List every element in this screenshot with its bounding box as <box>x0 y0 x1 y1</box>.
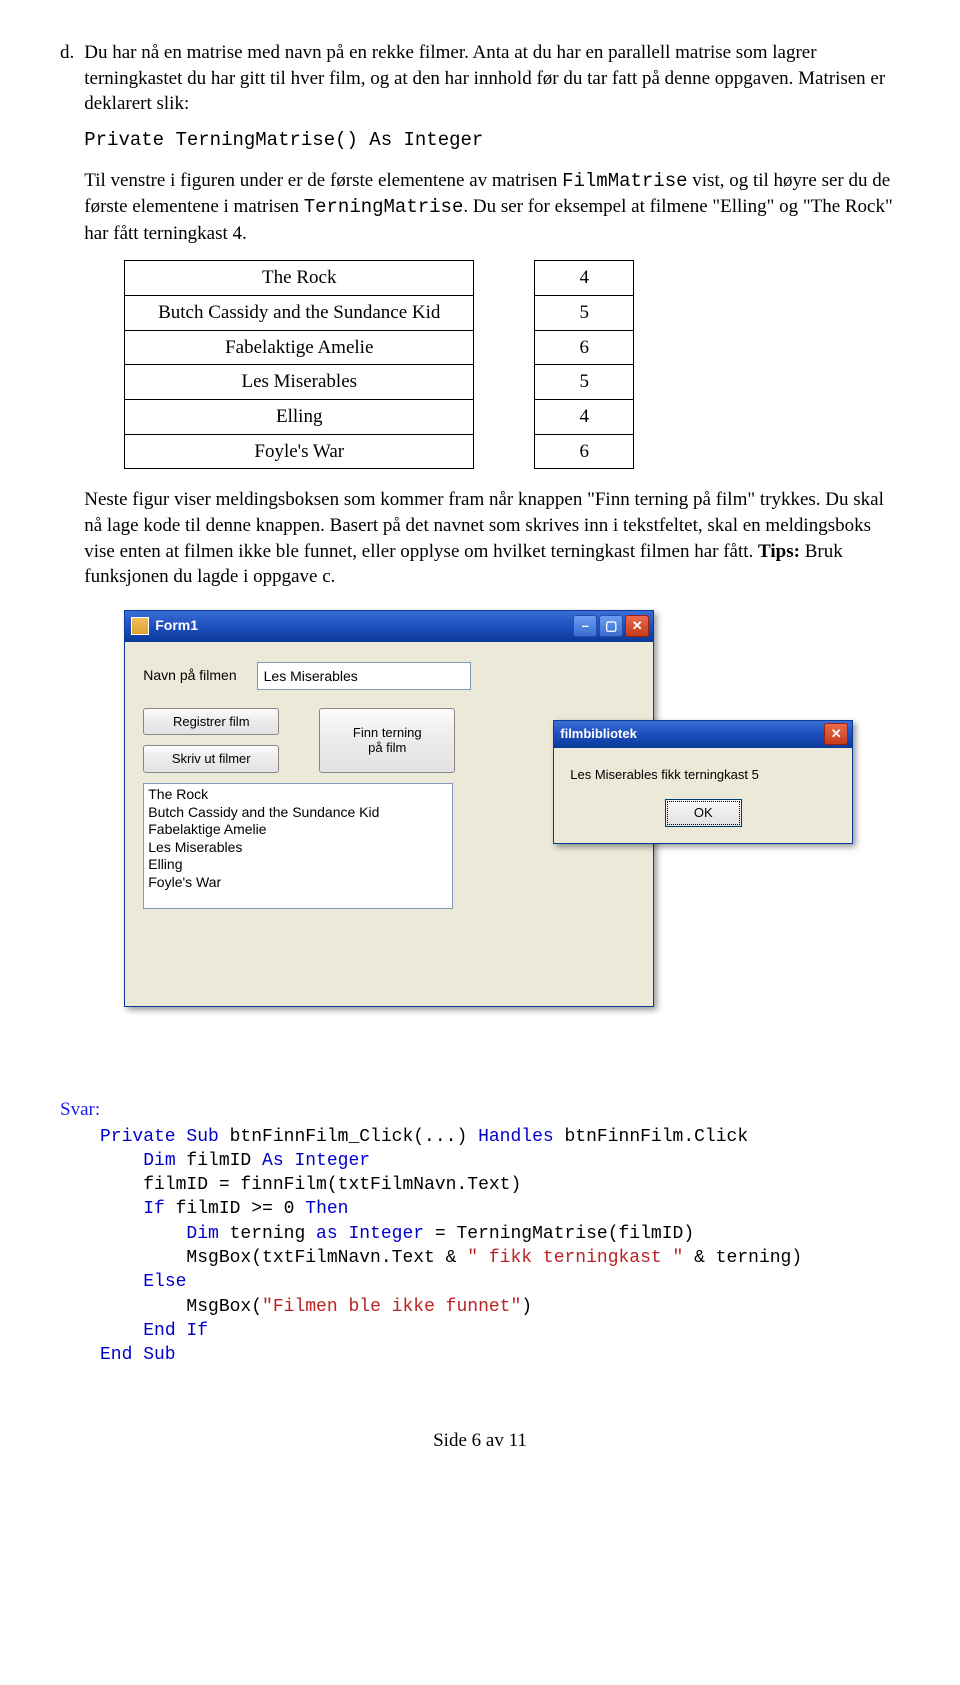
finn-terning-line2: på film <box>368 740 406 755</box>
film-cell: Elling <box>125 400 474 435</box>
kw: Else <box>143 1272 186 1292</box>
code-text: filmID = finnFilm(txtFilmNavn.Text) <box>143 1175 521 1195</box>
dice-cell: 6 <box>535 330 634 365</box>
code-text: ) <box>521 1297 532 1317</box>
table-row: Foyle's War <box>125 434 474 469</box>
code-text: MsgBox( <box>186 1297 262 1317</box>
code-text: = TerningMatrise(filmID) <box>424 1224 694 1244</box>
code-text: filmID >= 0 <box>165 1199 305 1219</box>
para2-code2: TerningMatrise <box>304 196 464 218</box>
paragraph-3: Neste figur viser meldingsboksen som kom… <box>84 487 900 590</box>
question-d: d. Du har nå en matrise med navn på en r… <box>60 40 900 1017</box>
code-text: btnFinnFilm.Click <box>554 1127 748 1147</box>
close-icon[interactable]: ✕ <box>824 723 848 745</box>
finn-terning-line1: Finn terning <box>353 725 422 740</box>
kw: as Integer <box>316 1224 424 1244</box>
list-item[interactable]: Elling <box>148 856 448 874</box>
dice-cell: 5 <box>535 365 634 400</box>
answer-code: Private Sub btnFinnFilm_Click(...) Handl… <box>100 1125 900 1368</box>
para2-a: Til venstre i figuren under er de første… <box>84 170 562 191</box>
ok-button[interactable]: OK <box>665 799 742 827</box>
question-text: Du har nå en matrise med navn på en rekk… <box>84 40 900 1017</box>
maximize-icon[interactable]: ▢ <box>599 615 623 637</box>
list-item[interactable]: Foyle's War <box>148 874 448 892</box>
kw: Dim <box>143 1151 175 1171</box>
finn-terning-button[interactable]: Finn terning på film <box>319 708 455 773</box>
code-text: MsgBox(txtFilmNavn.Text & <box>186 1248 467 1268</box>
code-text: & terning) <box>683 1248 802 1268</box>
table-row: 5 <box>535 365 634 400</box>
table-row: Butch Cassidy and the Sundance Kid <box>125 296 474 331</box>
tips-label: Tips: <box>758 541 800 562</box>
string: " fikk terningkast " <box>467 1248 683 1268</box>
string: "Filmen ble ikke funnet" <box>262 1297 521 1317</box>
minimize-icon[interactable]: – <box>573 615 597 637</box>
para2-code1: FilmMatrise <box>562 170 687 192</box>
table-row: Elling <box>125 400 474 435</box>
declaration-code: Private TerningMatrise() As Integer <box>84 129 483 151</box>
code-text: terning <box>219 1224 316 1244</box>
form1-titlebar[interactable]: Form1 – ▢ ✕ <box>124 610 654 642</box>
form1-window: Form1 – ▢ ✕ Navn på filmen Registrer fil… <box>124 610 654 1007</box>
close-icon[interactable]: ✕ <box>625 615 649 637</box>
dice-cell: 4 <box>535 261 634 296</box>
table-row: Les Miserables <box>125 365 474 400</box>
dice-cell: 4 <box>535 400 634 435</box>
skriv-ut-filmer-button[interactable]: Skriv ut filmer <box>143 745 279 773</box>
kw: End Sub <box>100 1345 176 1365</box>
page-footer: Side 6 av 11 <box>60 1428 900 1454</box>
question-label: d. <box>60 40 74 1017</box>
film-cell: Butch Cassidy and the Sundance Kid <box>125 296 474 331</box>
tables-row: The Rock Butch Cassidy and the Sundance … <box>124 260 900 469</box>
list-item[interactable]: Les Miserables <box>148 839 448 857</box>
messagebox-window: filmbibliotek ✕ Les Miserables fikk tern… <box>553 720 853 844</box>
table-row: 5 <box>535 296 634 331</box>
kw: As Integer <box>262 1151 370 1171</box>
table-row: 6 <box>535 434 634 469</box>
dice-table: 4 5 6 5 4 6 <box>534 260 634 469</box>
code-text: filmID <box>176 1151 262 1171</box>
table-row: 6 <box>535 330 634 365</box>
film-cell: Foyle's War <box>125 434 474 469</box>
kw: Dim <box>186 1224 218 1244</box>
kw: Private Sub <box>100 1127 219 1147</box>
dice-cell: 5 <box>535 296 634 331</box>
label-navn: Navn på filmen <box>143 666 236 685</box>
messagebox-text: Les Miserables fikk terningkast 5 <box>570 766 836 784</box>
film-cell: The Rock <box>125 261 474 296</box>
list-item[interactable]: Butch Cassidy and the Sundance Kid <box>148 804 448 822</box>
messagebox-title: filmbibliotek <box>560 725 824 743</box>
table-row: Fabelaktige Amelie <box>125 330 474 365</box>
dice-cell: 6 <box>535 434 634 469</box>
table-row: 4 <box>535 261 634 296</box>
table-row: The Rock <box>125 261 474 296</box>
film-listbox[interactable]: The Rock Butch Cassidy and the Sundance … <box>143 783 453 909</box>
kw: If <box>143 1199 165 1219</box>
list-item[interactable]: Fabelaktige Amelie <box>148 821 448 839</box>
svar-label: Svar: <box>60 1097 900 1123</box>
film-cell: Fabelaktige Amelie <box>125 330 474 365</box>
registrer-film-button[interactable]: Registrer film <box>143 708 279 736</box>
form1-title: Form1 <box>155 616 573 635</box>
code-text: btnFinnFilm_Click(...) <box>219 1127 478 1147</box>
list-item[interactable]: The Rock <box>148 786 448 804</box>
film-name-input[interactable] <box>257 662 471 690</box>
table-row: 4 <box>535 400 634 435</box>
kw: Handles <box>478 1127 554 1147</box>
film-table: The Rock Butch Cassidy and the Sundance … <box>124 260 474 469</box>
question-text-body: Du har nå en matrise med navn på en rekk… <box>84 42 885 114</box>
window-icon <box>131 617 149 635</box>
film-cell: Les Miserables <box>125 365 474 400</box>
paragraph-2: Til venstre i figuren under er de første… <box>84 168 900 247</box>
messagebox-titlebar[interactable]: filmbibliotek ✕ <box>553 720 853 748</box>
kw: End If <box>143 1321 208 1341</box>
kw: Then <box>305 1199 348 1219</box>
